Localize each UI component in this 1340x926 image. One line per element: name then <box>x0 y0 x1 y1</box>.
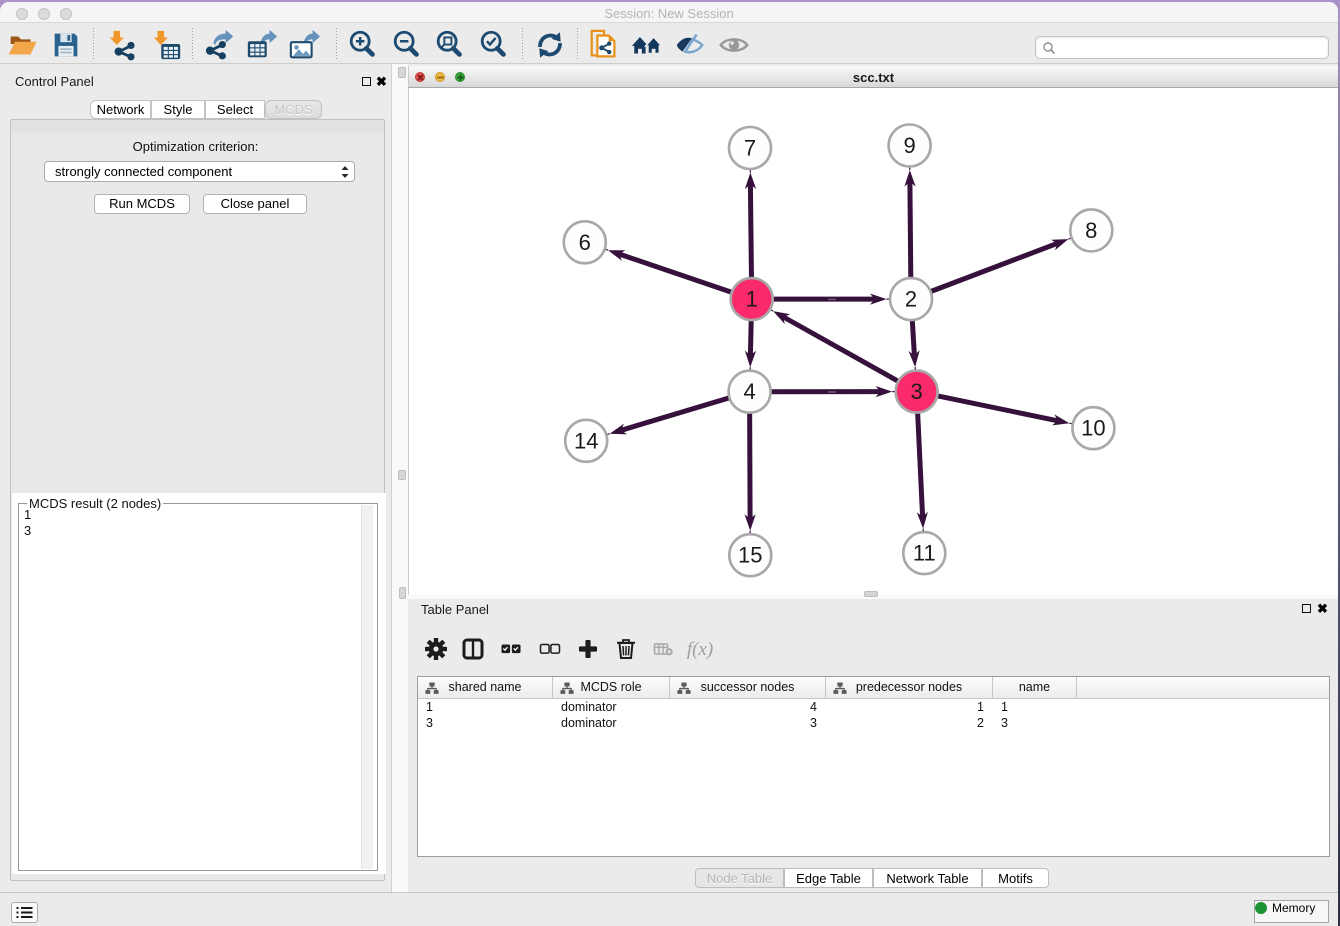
svg-text:8: 8 <box>1085 218 1097 243</box>
svg-text:9: 9 <box>903 133 915 158</box>
svg-text:15: 15 <box>738 543 762 568</box>
svg-text:7: 7 <box>744 136 756 161</box>
svg-text:2: 2 <box>905 287 917 312</box>
svg-text:10: 10 <box>1081 416 1105 441</box>
svg-text:3: 3 <box>910 379 922 404</box>
svg-text:f(x): f(x) <box>687 639 713 660</box>
svg-text:1: 1 <box>746 287 758 312</box>
svg-text:14: 14 <box>574 428 598 453</box>
svg-text:6: 6 <box>579 230 591 255</box>
svg-text:11: 11 <box>913 541 936 566</box>
svg-text:4: 4 <box>743 379 755 404</box>
